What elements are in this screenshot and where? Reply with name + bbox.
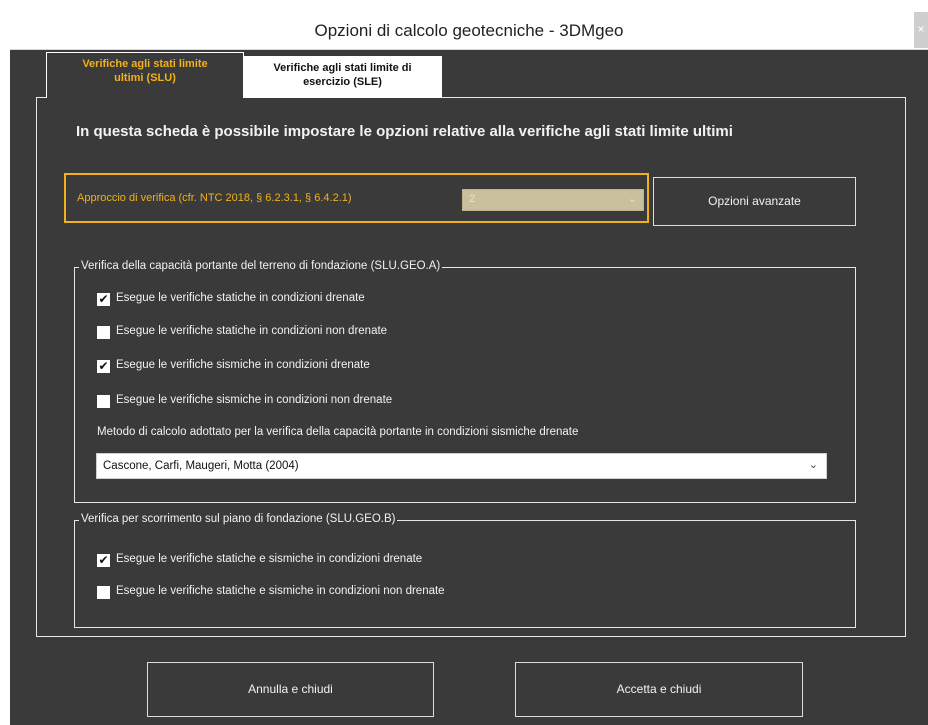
tab-sle-label: Verifiche agli stati limite di esercizio… [273,62,412,88]
title-bar: Opzioni di calcolo geotecniche - 3DMgeo [10,12,928,50]
accept-button[interactable]: Accetta e chiudi [515,662,803,717]
tab-slu-label: Verifiche agli stati limite ultimi (SLU) [82,58,208,84]
tab-slu[interactable]: Verifiche agli stati limite ultimi (SLU) [46,52,244,98]
close-button[interactable]: × [914,12,928,48]
tab-sle[interactable]: Verifiche agli stati limite di esercizio… [243,56,442,98]
cancel-button[interactable]: Annulla e chiudi [147,662,434,717]
window-title: Opzioni di calcolo geotecniche - 3DMgeo [314,21,624,40]
tab-panel [36,97,906,637]
